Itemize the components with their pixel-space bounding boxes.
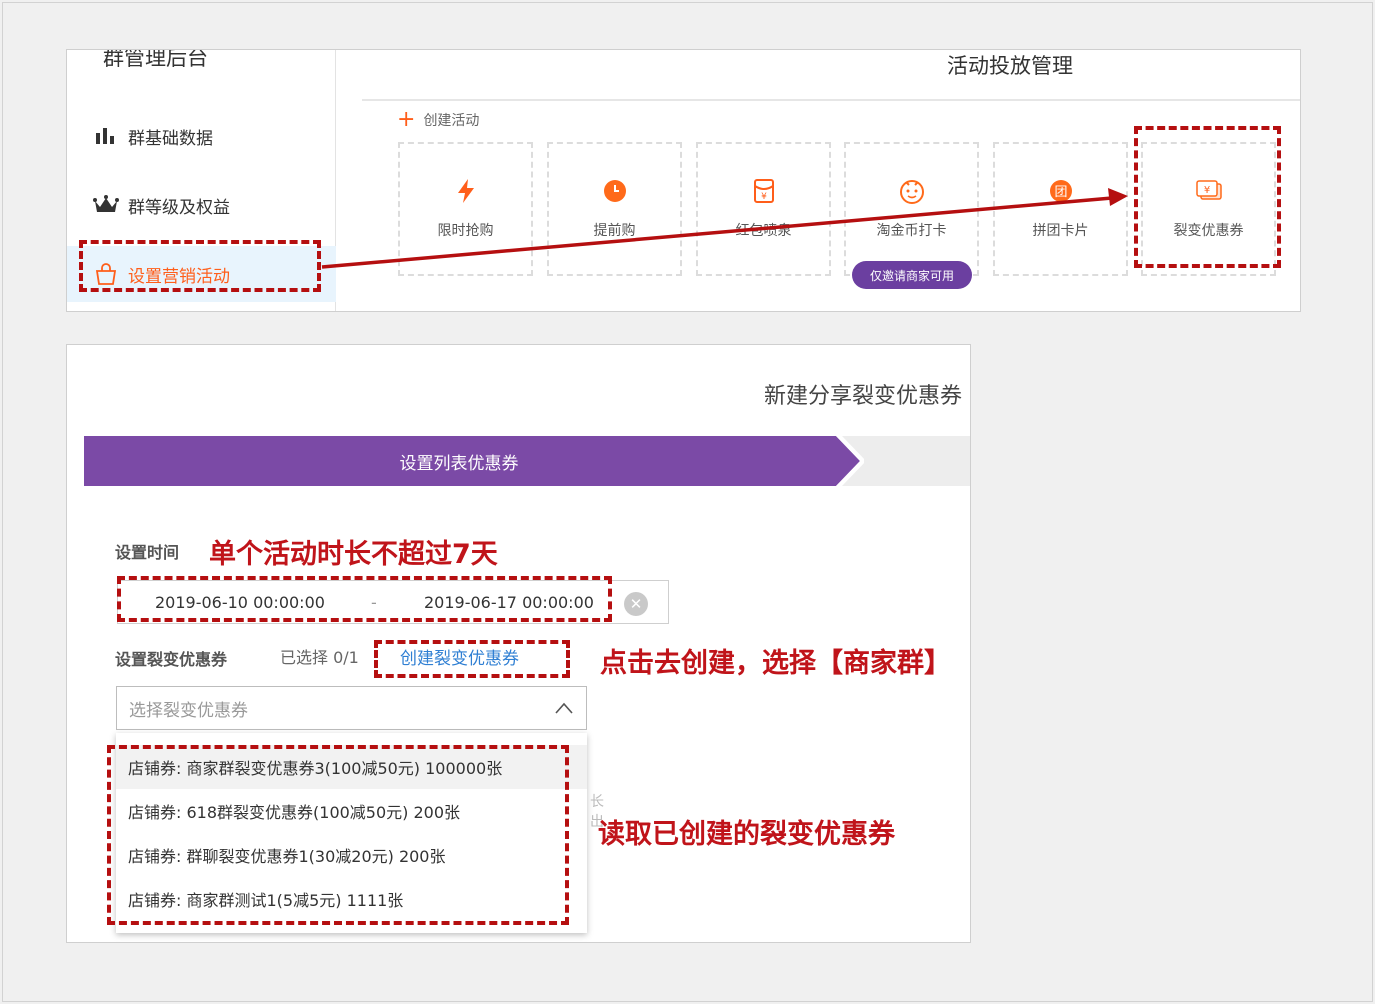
selected-count: 已选择 0/1 [280,648,359,667]
plus-icon: + [397,107,416,132]
group-buy-icon: 团 [1049,176,1073,206]
card-group-buy[interactable]: 团 拼团卡片 [993,142,1128,276]
highlight-create-link [374,640,570,678]
highlight-dropdown [107,745,569,925]
sidebar-title: 群管理后台 [103,49,208,70]
invite-only-badge: 仅邀请商家可用 [852,261,972,289]
card-label: 限时抢购 [437,223,494,239]
step-label: 设置列表优惠券 [399,453,519,474]
card-label: 拼团卡片 [1032,223,1089,239]
form-title: 新建分享裂变优惠券 [763,384,962,409]
highlight-date-range [117,576,612,622]
card-label: 红包喷泉 [735,223,792,239]
divider [362,99,1300,101]
chevron-up-icon[interactable] [554,700,574,720]
highlight-fission-coupon [1134,126,1281,268]
sidebar-item-group-data[interactable]: 群基础数据 [67,108,336,164]
annotation-time-note: 单个活动时长不超过7天 [209,539,498,570]
group-buy-icon-text: 团 [1054,185,1067,200]
create-activity-label: 创建活动 [423,113,480,129]
svg-text:¥: ¥ [761,192,767,202]
lightning-icon [456,176,476,206]
red-envelope-icon: ¥ [753,176,775,206]
card-label: 提前购 [593,223,636,239]
annotation-create-note: 点击去创建，选择【商家群】 [600,648,951,679]
crown-icon [92,193,120,217]
card-red-envelope[interactable]: ¥ 红包喷泉 [696,142,831,276]
time-label: 设置时间 [115,543,180,562]
card-label: 淘金币打卡 [876,223,947,239]
bar-chart-icon [92,124,120,148]
sidebar-item-label: 群等级及权益 [128,197,230,218]
page-title: 活动投放管理 [947,54,1073,78]
sidebar-item-label: 群基础数据 [128,128,213,149]
coin-face-icon [898,176,926,206]
annotation-read-note: 读取已创建的裂变优惠券 [598,819,895,850]
clear-icon[interactable]: ✕ [624,592,648,616]
select-placeholder: 选择裂变优惠券 [129,700,248,721]
coupon-select[interactable]: 选择裂变优惠券 [116,686,587,730]
coupon-label: 设置裂变优惠券 [115,650,228,669]
card-gold-coin-checkin[interactable]: 淘金币打卡 [844,142,979,276]
highlight-marketing [79,240,321,292]
clock-icon [603,176,627,206]
sidebar-item-group-level[interactable]: 群等级及权益 [67,177,336,233]
card-pre-buy[interactable]: 提前购 [547,142,682,276]
card-flash-sale[interactable]: 限时抢购 [398,142,533,276]
create-activity-button[interactable]: + 创建活动 [397,107,480,132]
